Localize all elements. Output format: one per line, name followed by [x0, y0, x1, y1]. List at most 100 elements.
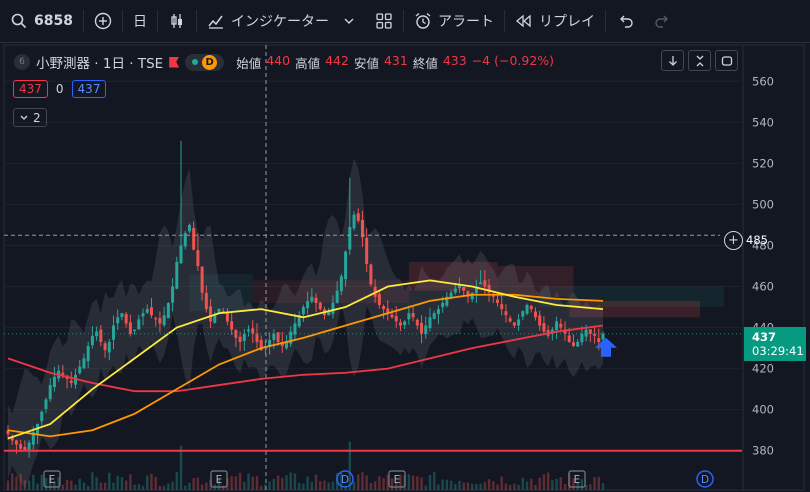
- bid-ask-row: 437 0 437: [13, 80, 107, 98]
- volume-bar: [40, 474, 43, 490]
- price-tick-label: 400: [752, 403, 774, 417]
- maximize-icon: [721, 55, 732, 66]
- candle-body: [360, 220, 364, 238]
- volume-bar: [285, 475, 288, 490]
- candle-body: [576, 341, 580, 347]
- candle-body: [82, 358, 86, 369]
- volume-bar: [108, 472, 111, 490]
- candle-body: [352, 214, 356, 229]
- sell-price-button[interactable]: 437: [13, 80, 48, 98]
- candle-body: [306, 300, 310, 309]
- volume-bar: [601, 483, 605, 490]
- ohlc-values: 始値 440 高値 442 安値 431 終値 433 −4 (−0.92%): [236, 53, 554, 72]
- volume-bar: [251, 476, 254, 490]
- volume-bar: [580, 479, 584, 490]
- high-value: 442: [325, 52, 349, 68]
- market-status-pill[interactable]: D: [185, 53, 225, 71]
- event-marker-label: E: [574, 474, 581, 486]
- maximize-button[interactable]: [715, 50, 738, 71]
- candle-body: [504, 311, 508, 316]
- close-value: 433: [442, 52, 467, 68]
- collapsed-indicator-count: 2: [33, 110, 41, 125]
- event-marker-label: E: [394, 474, 401, 486]
- candle-body: [238, 336, 242, 342]
- candle-body: [230, 321, 234, 330]
- open-label: 始値: [236, 55, 262, 71]
- volume-bar: [479, 483, 482, 490]
- volume-bar: [424, 485, 427, 490]
- candle-body: [255, 333, 259, 342]
- volume-bar: [306, 476, 309, 490]
- price-chart[interactable]: 560540520500480460440420400380 EEDEED: [0, 0, 810, 492]
- candle-body: [204, 292, 208, 310]
- volume-bar: [129, 474, 132, 490]
- volume-bar: [437, 484, 440, 490]
- candle-body: [377, 293, 381, 305]
- flag-icon[interactable]: [169, 56, 180, 68]
- candle-body: [196, 250, 200, 266]
- volume-bar: [411, 475, 415, 490]
- volume-bar: [27, 480, 31, 490]
- candle-body: [48, 385, 52, 400]
- price-tick-label: 500: [752, 197, 774, 211]
- candle-body: [441, 302, 445, 308]
- candle-body: [145, 309, 149, 313]
- volume-bar: [188, 482, 191, 490]
- candle-body: [124, 314, 128, 324]
- volume-bar: [162, 485, 166, 490]
- volume-bar: [517, 484, 520, 490]
- candle-body: [154, 318, 158, 320]
- volume-bar: [184, 485, 187, 490]
- candle-body: [403, 321, 407, 326]
- candle-body: [382, 306, 386, 310]
- candle-body: [137, 319, 141, 330]
- candle-body: [348, 227, 352, 250]
- volume-bar: [74, 484, 77, 490]
- volume-bar: [546, 472, 550, 490]
- volume-bar: [462, 482, 465, 490]
- symbol-title[interactable]: 小野測器 · 1日 · TSE: [36, 52, 163, 72]
- volume-bar: [314, 474, 318, 490]
- volume-bar: [6, 480, 10, 490]
- volume-bar: [475, 483, 478, 490]
- candle-body: [251, 328, 255, 334]
- close-label: 終値: [412, 55, 438, 71]
- candle-body: [529, 306, 533, 310]
- volume-bar: [293, 473, 297, 490]
- volume-bar: [441, 479, 444, 490]
- volume-bar: [361, 472, 364, 490]
- candle-body: [52, 376, 56, 388]
- collapsed-indicators-toggle[interactable]: 2: [13, 108, 47, 127]
- volume-bar: [99, 482, 103, 490]
- candle-body: [500, 304, 504, 310]
- volume-bar: [19, 473, 22, 490]
- volume-bar: [597, 476, 600, 490]
- move-down-button[interactable]: [661, 50, 684, 71]
- volume-bar: [91, 472, 94, 490]
- candle-body: [310, 296, 314, 302]
- price-tick-label: 460: [752, 280, 774, 294]
- volume-bar: [230, 476, 233, 490]
- collapse-button[interactable]: [688, 50, 711, 71]
- buy-price-button[interactable]: 437: [71, 80, 107, 98]
- volume-bar: [268, 481, 271, 490]
- open-value: 440: [266, 52, 291, 68]
- candle-body: [533, 311, 537, 318]
- candle-body: [436, 309, 440, 315]
- volume-bar: [15, 476, 18, 490]
- countdown-timer: 03:29:41: [752, 344, 804, 358]
- volume-bar: [369, 483, 373, 490]
- volume-bar: [255, 476, 259, 490]
- candle-body: [428, 317, 432, 329]
- candle-body: [99, 329, 103, 342]
- volume-bar: [555, 478, 558, 490]
- candle-body: [19, 444, 23, 449]
- candle-body: [588, 329, 592, 334]
- volume-bar: [420, 477, 423, 490]
- candle-body: [213, 315, 217, 323]
- candle-body: [209, 306, 213, 322]
- crosshair-price-label: 485: [746, 232, 768, 247]
- volume-bar: [234, 476, 238, 490]
- candle-body: [301, 307, 305, 315]
- add-alert-plus-icon[interactable]: +: [724, 231, 743, 250]
